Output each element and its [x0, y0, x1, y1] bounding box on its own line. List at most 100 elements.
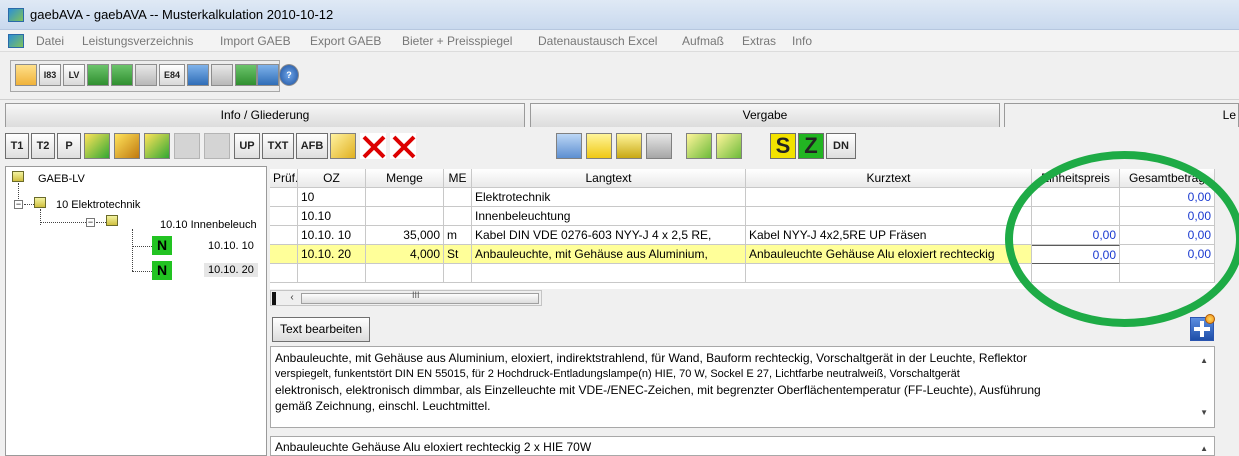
menu-import-gaeb[interactable]: Import GAEB: [220, 34, 291, 48]
cell-oz[interactable]: 10: [298, 188, 366, 207]
col-header-langtext[interactable]: Langtext: [472, 169, 746, 188]
menu-datenaustausch-excel[interactable]: Datenaustausch Excel: [538, 34, 657, 48]
cell-me[interactable]: m: [444, 226, 472, 245]
menu-leistungsverzeichnis[interactable]: Leistungsverzeichnis: [82, 34, 193, 48]
col-header-einheitspreis[interactable]: Einheitspreis: [1032, 169, 1120, 188]
s-gear-icon[interactable]: [114, 133, 140, 159]
scroll-up-arrow-icon[interactable]: ▲: [1200, 353, 1208, 369]
cell-oz[interactable]: 10.10. 10: [298, 226, 366, 245]
cell-kurztext[interactable]: Anbauleuchte Gehäuse Alu eloxiert rechte…: [746, 245, 1032, 264]
cell-gesamtbetrag[interactable]: 0,00: [1120, 207, 1215, 226]
delete-icon[interactable]: [360, 133, 386, 159]
menu-aufmass[interactable]: Aufmaß: [682, 34, 724, 48]
col-header-menge[interactable]: Menge: [366, 169, 444, 188]
cell-oz[interactable]: 10.10. 20: [298, 245, 366, 264]
tab-info-gliederung[interactable]: Info / Gliederung: [5, 103, 525, 127]
cell-kurztext[interactable]: [746, 207, 1032, 226]
cell-einheitspreis[interactable]: 0,00: [1032, 226, 1120, 245]
col-header-gesamtbetrag[interactable]: Gesamtbetrag: [1120, 169, 1215, 188]
z-gear-icon[interactable]: [84, 133, 110, 159]
table-row-empty[interactable]: [270, 264, 1215, 283]
menu-bieter-preisspiegel[interactable]: Bieter + Preisspiegel: [402, 34, 512, 48]
excel-export-icon[interactable]: [235, 64, 257, 86]
cell-einheitspreis[interactable]: 0,00: [1032, 245, 1120, 264]
lv-button[interactable]: LV: [63, 64, 85, 86]
grid-horizontal-scrollbar[interactable]: ‹ III: [270, 290, 542, 306]
text-edit-button[interactable]: Text bearbeiten: [272, 317, 370, 342]
cell-pruef[interactable]: [270, 226, 298, 245]
dn-button[interactable]: DN: [826, 133, 856, 159]
t1-button[interactable]: T1: [5, 133, 29, 159]
calc-sheet-icon[interactable]: [616, 133, 642, 159]
cell-gesamtbetrag[interactable]: 0,00: [1120, 245, 1215, 264]
table-row[interactable]: 10.10. 10 35,000 m Kabel DIN VDE 0276-60…: [270, 226, 1215, 245]
txt-button[interactable]: TXT: [262, 133, 294, 159]
col-header-me[interactable]: ME: [444, 169, 472, 188]
tree-item-10-10-20[interactable]: 10.10. 20: [204, 263, 258, 277]
excel-import-icon[interactable]: [87, 64, 109, 86]
app-menu-icon[interactable]: [8, 34, 24, 48]
table-row-selected[interactable]: 10.10. 20 4,000 St Anbauleuchte, mit Geh…: [270, 245, 1215, 264]
col-header-kurztext[interactable]: Kurztext: [746, 169, 1032, 188]
tab-vergabe[interactable]: Vergabe: [530, 103, 1000, 127]
star-folder-icon-1[interactable]: [686, 133, 712, 159]
col-header-pruef[interactable]: Prüf.: [270, 169, 298, 188]
s-button[interactable]: S: [770, 133, 796, 159]
kurztext-area[interactable]: Anbauleuchte Gehäuse Alu eloxiert rechte…: [270, 436, 1215, 456]
cell-me[interactable]: [444, 207, 472, 226]
cell-pruef[interactable]: [270, 207, 298, 226]
gaeb-84-button[interactable]: E84: [159, 64, 185, 86]
up-button[interactable]: UP: [234, 133, 260, 159]
cell-pruef[interactable]: [270, 188, 298, 207]
paste-icon[interactable]: [330, 133, 356, 159]
delete-zero-icon[interactable]: [390, 133, 416, 159]
cell-kurztext[interactable]: [746, 188, 1032, 207]
document-icon[interactable]: [135, 64, 157, 86]
tree-collapse-toggle[interactable]: −: [86, 218, 95, 227]
table-row[interactable]: 10.10 Innenbeleuchtung 0,00: [270, 207, 1215, 226]
menu-export-gaeb[interactable]: Export GAEB: [310, 34, 381, 48]
menu-datei[interactable]: Datei: [36, 34, 64, 48]
cell-langtext[interactable]: Kabel DIN VDE 0276-603 NYY-J 4 x 2,5 RE,: [472, 226, 746, 245]
gaeb-83-button[interactable]: I83: [39, 64, 61, 86]
cell-langtext[interactable]: Innenbeleuchtung: [472, 207, 746, 226]
tree-item-10-10-innenbeleuchtung[interactable]: 10.10 Innenbeleuch: [160, 219, 257, 231]
cell-einheitspreis[interactable]: [1032, 188, 1120, 207]
table-row[interactable]: 10 Elektrotechnik 0,00: [270, 188, 1215, 207]
z-star-icon[interactable]: [144, 133, 170, 159]
cell-menge[interactable]: 4,000: [366, 245, 444, 264]
tree-collapse-toggle[interactable]: −: [14, 200, 23, 209]
report-icon[interactable]: [187, 64, 209, 86]
cell-me[interactable]: [444, 188, 472, 207]
cell-langtext[interactable]: Elektrotechnik: [472, 188, 746, 207]
cell-menge[interactable]: [366, 207, 444, 226]
cell-menge[interactable]: [366, 188, 444, 207]
numbers-icon[interactable]: [586, 133, 612, 159]
p-button[interactable]: P: [57, 133, 81, 159]
cell-kurztext[interactable]: Kabel NYY-J 4x2,5RE UP Fräsen: [746, 226, 1032, 245]
add-text-icon[interactable]: [1190, 314, 1215, 341]
tree-item-10-elektrotechnik[interactable]: 10 Elektrotechnik: [56, 199, 140, 211]
open-folder-icon[interactable]: [15, 64, 37, 86]
langtext-area[interactable]: Anbauleuchte, mit Gehäuse aus Aluminium,…: [270, 346, 1215, 428]
col-header-oz[interactable]: OZ: [298, 169, 366, 188]
tab-truncated[interactable]: Le: [1004, 103, 1239, 127]
list-icon[interactable]: [646, 133, 672, 159]
excel-icon[interactable]: [111, 64, 133, 86]
help-icon[interactable]: ?: [279, 64, 299, 86]
cell-me[interactable]: St: [444, 245, 472, 264]
menu-extras[interactable]: Extras: [742, 34, 776, 48]
afb-button[interactable]: AFB: [296, 133, 328, 159]
cell-gesamtbetrag[interactable]: 0,00: [1120, 226, 1215, 245]
cell-pruef[interactable]: [270, 245, 298, 264]
scroll-thumb[interactable]: III: [301, 290, 539, 304]
cell-gesamtbetrag[interactable]: 0,00: [1120, 188, 1215, 207]
tree-root[interactable]: GAEB-LV: [38, 173, 85, 185]
t2-button[interactable]: T2: [31, 133, 55, 159]
scroll-down-arrow-icon[interactable]: ▼: [1200, 405, 1208, 421]
cell-oz[interactable]: 10.10: [298, 207, 366, 226]
cell-einheitspreis[interactable]: [1032, 207, 1120, 226]
calculator-icon[interactable]: [556, 133, 582, 159]
settings-gear-icon[interactable]: [257, 64, 279, 86]
scroll-left-arrow-icon[interactable]: ‹: [285, 292, 299, 304]
